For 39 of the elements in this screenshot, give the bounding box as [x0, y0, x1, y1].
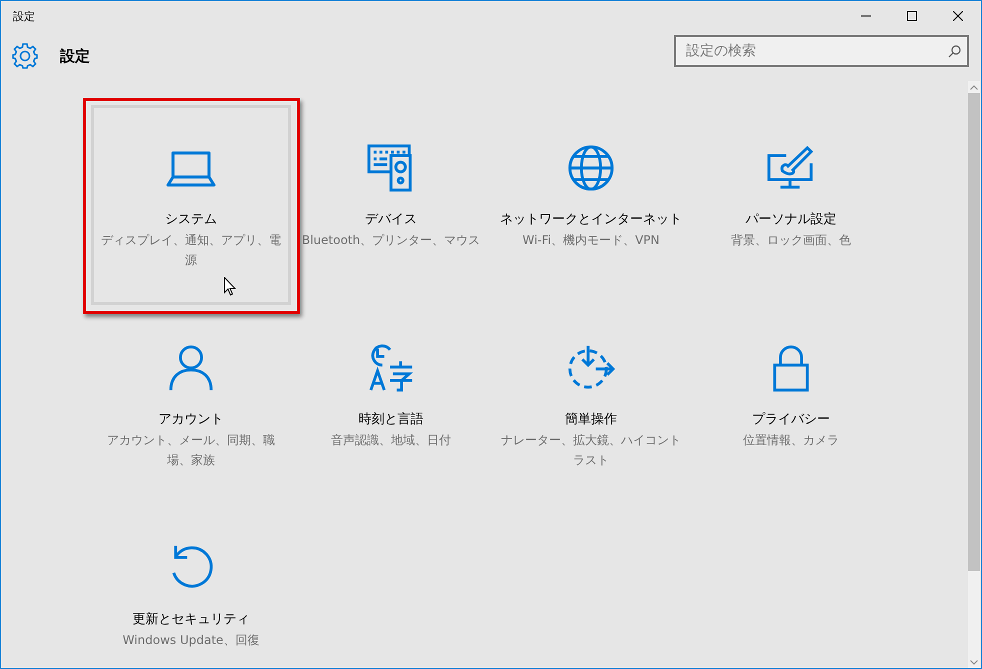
search-field[interactable]: 設定の検索 [674, 35, 969, 67]
page-title: 設定 [60, 46, 91, 66]
settings-tile[interactable]: アカウント アカウント、メール、同期、職場、家族 [91, 305, 291, 505]
tile-title: アカウント [158, 411, 224, 429]
tile-title: パーソナル設定 [746, 211, 836, 229]
settings-tile[interactable]: デバイス Bluetooth、プリンター、マウス [291, 105, 491, 305]
tile-description: Bluetooth、プリンター、マウス [302, 232, 480, 249]
tile-description: Wi-Fi、機内モード、VPN [522, 232, 660, 249]
scrollbar[interactable] [968, 81, 980, 668]
tile-title: プライバシー [752, 411, 830, 429]
settings-tile[interactable]: 時刻と言語 音声認識、地域、日付 [291, 305, 491, 505]
settings-tile[interactable]: パーソナル設定 背景、ロック画面、色 [691, 105, 891, 305]
settings-icon [12, 43, 38, 69]
tile-description: アカウント、メール、同期、職場、家族 [106, 432, 276, 469]
tile-title: 更新とセキュリティ [132, 611, 250, 629]
scroll-up-icon[interactable] [970, 84, 978, 90]
tile-description: ディスプレイ、通知、アプリ、電源 [101, 232, 281, 269]
tile-description: 背景、ロック画面、色 [731, 232, 851, 249]
tile-title: デバイス [365, 211, 417, 229]
globe-icon [566, 144, 616, 192]
tile-description: ナレーター、拡大鏡、ハイコントラスト [501, 432, 681, 469]
tile-title: ネットワークとインターネット [500, 211, 682, 229]
settings-tile[interactable]: システム ディスプレイ、通知、アプリ、電源 [91, 105, 291, 305]
settings-tile[interactable]: ネットワークとインターネット Wi-Fi、機内モード、VPN [491, 105, 691, 305]
tile-title: システム [165, 211, 217, 229]
close-icon [953, 11, 963, 21]
window-title: 設定 [13, 8, 36, 24]
scroll-down-icon[interactable] [970, 660, 978, 664]
maximize-icon [907, 11, 917, 21]
tile-title: 簡単操作 [565, 411, 617, 429]
tile-description: 音声認識、地域、日付 [331, 432, 451, 449]
cursor-icon [224, 277, 236, 296]
settings-tile[interactable]: 簡単操作 ナレーター、拡大鏡、ハイコントラスト [491, 305, 691, 505]
settings-tile[interactable]: 更新とセキュリティ Windows Update、回復 [91, 505, 291, 668]
tile-title: 時刻と言語 [358, 411, 424, 429]
settings-tile[interactable]: プライバシー 位置情報、カメラ [691, 305, 891, 505]
tile-description: 位置情報、カメラ [743, 432, 839, 449]
search-icon [948, 45, 961, 58]
tile-description: Windows Update、回復 [122, 632, 260, 649]
